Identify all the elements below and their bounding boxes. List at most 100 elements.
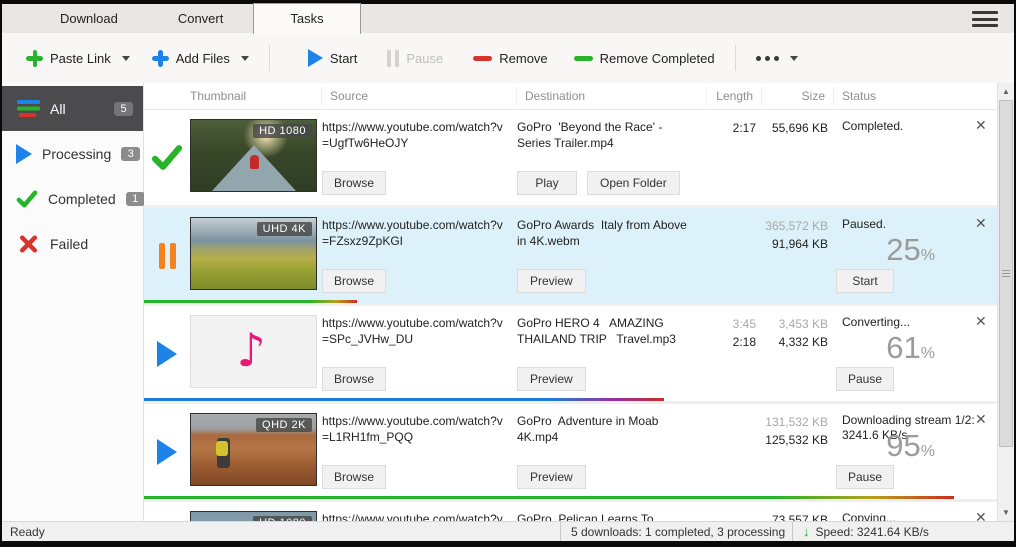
minus-icon xyxy=(574,56,593,61)
status-cell: Completed. % xyxy=(834,110,975,205)
size-cell: 365,572 KB 91,964 KB xyxy=(762,208,834,303)
progress-percent: 25% xyxy=(886,232,935,268)
destination-file: GoPro HERO 4 AMAZING THAILAND TRIP Trave… xyxy=(517,315,707,347)
sidebar-item-all[interactable]: All5 xyxy=(2,86,143,131)
task-row[interactable]: ♪ HD 1080 https://www.youtube.com/watch?… xyxy=(144,110,997,205)
close-cell: ✕ xyxy=(975,404,997,499)
chevron-down-icon[interactable] xyxy=(122,56,130,61)
size-original: 131,532 KB xyxy=(762,413,828,431)
sidebar-item-processing[interactable]: Processing3 xyxy=(2,131,143,176)
close-icon[interactable]: ✕ xyxy=(975,118,987,132)
progress-bar xyxy=(144,300,357,303)
destination-cell: GoPro 'Beyond the Race' - Series Trailer… xyxy=(517,110,707,205)
start-button[interactable]: Start xyxy=(300,43,365,73)
close-icon[interactable]: ✕ xyxy=(975,510,987,521)
scroll-up-icon[interactable]: ▲ xyxy=(998,83,1014,100)
sidebar-item-completed[interactable]: Completed1 xyxy=(2,176,143,221)
status-bar: Ready 5 downloads: 1 completed, 3 proces… xyxy=(2,521,1014,541)
browse-button[interactable]: Browse xyxy=(322,171,386,195)
column-header-status: Status xyxy=(834,87,997,105)
menu-hamburger-icon[interactable] xyxy=(972,11,998,27)
play-button[interactable]: Play xyxy=(517,171,577,195)
browse-button[interactable]: Browse xyxy=(322,465,386,489)
count-badge: 5 xyxy=(114,102,133,116)
paste-link-button[interactable]: Paste Link xyxy=(18,44,138,73)
pause-task-button[interactable]: Pause xyxy=(836,465,894,489)
plus-icon xyxy=(152,50,169,67)
task-table: Thumbnail Source Destination Length Size… xyxy=(144,83,997,521)
length-original: 3:45 xyxy=(707,315,756,333)
destination-file: GoPro Adventure in Moab 4K.mp4 xyxy=(517,413,707,445)
source-url: https://www.youtube.com/watch?v=UgfTw6He… xyxy=(322,119,517,151)
destination-file: GoPro Awards Italy from Above in 4K.webm xyxy=(517,217,707,249)
remove-button[interactable]: Remove xyxy=(465,45,555,72)
sidebar-item-label: Completed xyxy=(48,191,116,207)
size-value: 55,696 KB xyxy=(762,119,828,137)
destination-file: GoPro Pelican Learns To Fish.mp4 xyxy=(517,511,707,521)
pause-task-button[interactable]: Pause xyxy=(836,367,894,391)
close-cell: ✕ xyxy=(975,208,997,303)
count-badge: 3 xyxy=(121,147,140,161)
progress-percent: 95% xyxy=(886,428,935,464)
app-window: Download Convert Tasks Paste Link Add Fi… xyxy=(0,0,1016,547)
sidebar-item-failed[interactable]: Failed xyxy=(2,221,143,266)
tab-convert[interactable]: Convert xyxy=(148,5,254,33)
video-thumbnail: ♪ HD 1080 xyxy=(190,511,317,521)
plus-icon xyxy=(26,50,43,67)
vertical-scrollbar[interactable]: ▲ ▼ xyxy=(997,83,1014,521)
close-icon[interactable]: ✕ xyxy=(975,216,987,230)
cross-icon xyxy=(16,235,40,253)
tab-tasks[interactable]: Tasks xyxy=(253,3,360,34)
scrollbar-track[interactable] xyxy=(998,100,1014,504)
tab-download[interactable]: Download xyxy=(30,5,148,33)
table-body: ♪ HD 1080 https://www.youtube.com/watch?… xyxy=(144,110,997,521)
column-header-destination: Destination xyxy=(517,87,707,105)
status-text: Completed. xyxy=(842,119,975,133)
task-row[interactable]: ♪ https://www.youtube.com/watch?v=SPc_JV… xyxy=(144,306,997,401)
start-task-button[interactable]: Start xyxy=(836,269,894,293)
preview-button[interactable]: Preview xyxy=(517,465,586,489)
minus-icon xyxy=(473,56,492,61)
open-folder-button[interactable]: Open Folder xyxy=(587,171,680,195)
status-cell: Copying... % xyxy=(834,502,975,521)
chevron-down-icon[interactable] xyxy=(241,56,249,61)
source-url: https://www.youtube.com/watch?v=L1RH1fm_… xyxy=(322,413,517,445)
size-cell: 131,532 KB 125,532 KB xyxy=(762,404,834,499)
add-files-button[interactable]: Add Files xyxy=(144,44,257,73)
download-arrow-icon: ↓ xyxy=(803,524,810,539)
browse-button[interactable]: Browse xyxy=(322,269,386,293)
browse-button[interactable]: Browse xyxy=(322,367,386,391)
destination-buttons: Play Open Folder xyxy=(517,171,680,195)
task-row[interactable]: ♪ HD 1080 https://www.youtube.com/watch?… xyxy=(144,502,997,521)
pause-button[interactable]: Pause xyxy=(379,44,451,73)
play-state-icon xyxy=(144,404,190,499)
remove-completed-button[interactable]: Remove Completed xyxy=(566,45,723,72)
chevron-down-icon[interactable] xyxy=(790,56,798,61)
more-options-button[interactable] xyxy=(748,50,806,67)
status-summary: 5 downloads: 1 completed, 3 processing xyxy=(560,522,792,541)
column-header-source: Source xyxy=(322,87,517,105)
play-state-icon xyxy=(144,306,190,401)
size-value: 125,532 KB xyxy=(762,431,828,449)
music-note-icon: ♪ xyxy=(236,327,265,373)
quality-badge: HD 1080 xyxy=(253,124,312,138)
preview-button[interactable]: Preview xyxy=(517,367,586,391)
task-row[interactable]: ♪ QHD 2K https://www.youtube.com/watch?v… xyxy=(144,404,997,499)
check-icon xyxy=(16,190,38,208)
column-header-thumbnail: Thumbnail xyxy=(144,87,322,105)
scrollbar-thumb[interactable] xyxy=(999,100,1013,447)
quality-badge: UHD 4K xyxy=(257,222,312,236)
video-thumbnail: ♪ QHD 2K xyxy=(190,413,317,486)
source-url: https://www.youtube.com/watch?v=SPc_JVHw… xyxy=(322,315,517,347)
destination-cell: GoPro Adventure in Moab 4K.mp4 Preview xyxy=(517,404,707,499)
preview-button[interactable]: Preview xyxy=(517,269,586,293)
source-url: https://www.youtube.com/watch?v=FZsxz9Zp… xyxy=(322,217,517,249)
list-lines-icon xyxy=(16,100,40,117)
task-row[interactable]: ♪ UHD 4K https://www.youtube.com/watch?v… xyxy=(144,208,997,303)
source-cell: https://www.youtube.com/watch?v=L1RH1fm_… xyxy=(322,404,517,499)
destination-cell: GoPro Awards Italy from Above in 4K.webm… xyxy=(517,208,707,303)
size-original: 3,453 KB xyxy=(762,315,828,333)
close-icon[interactable]: ✕ xyxy=(975,412,987,426)
scroll-down-icon[interactable]: ▼ xyxy=(998,504,1014,521)
close-icon[interactable]: ✕ xyxy=(975,314,987,328)
